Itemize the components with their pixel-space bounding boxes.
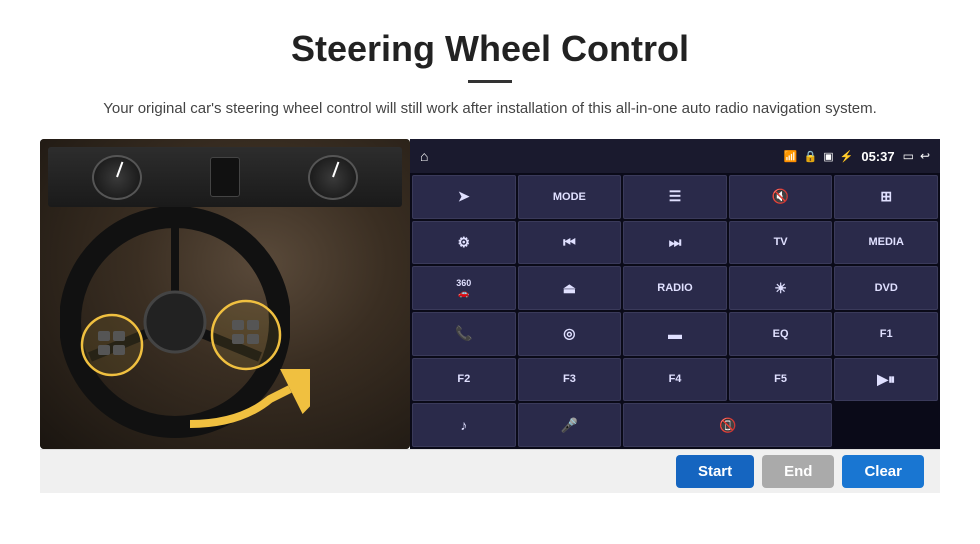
dashboard (48, 147, 402, 207)
btn-apps[interactable]: ⊞ (834, 175, 938, 219)
music-icon: ♪ (460, 417, 467, 433)
brightness-icon: ☀ (774, 280, 787, 297)
content-area: ⌂ 📶 🔒 ▣ ⚡ 05:37 ▭ ↩ ➤ MODE ☰ (40, 139, 940, 449)
page-container: Steering Wheel Control Your original car… (0, 0, 980, 493)
btn-f4[interactable]: F4 (623, 358, 727, 402)
control-panel: ⌂ 📶 🔒 ▣ ⚡ 05:37 ▭ ↩ ➤ MODE ☰ (410, 139, 940, 449)
settings-icon: ⚙ (458, 234, 471, 251)
mute-icon: 🔇 (772, 188, 789, 205)
screen-icon: ▭ (903, 149, 914, 163)
panel-grid: ➤ MODE ☰ 🔇 ⊞ ⚙ ⏮ ⏭ TV MEDIA 360🚗 ⏏ RADIO… (410, 173, 940, 449)
back-icon: ↩ (920, 149, 930, 163)
btn-mode[interactable]: MODE (518, 175, 622, 219)
gauge-right (308, 155, 358, 200)
btn-eject[interactable]: ⏏ (518, 266, 622, 310)
btn-nav[interactable]: ➤ (412, 175, 516, 219)
home-icon: ⌂ (420, 148, 428, 164)
gauge-left (92, 155, 142, 200)
next-icon: ⏭ (669, 234, 682, 251)
btn-media[interactable]: MEDIA (834, 221, 938, 265)
btn-mic[interactable]: 🎤 (518, 403, 622, 447)
end-button[interactable]: End (762, 455, 834, 488)
subtitle: Your original car's steering wheel contr… (40, 97, 940, 121)
bt-icon: ⚡ (840, 150, 854, 163)
btn-music[interactable]: ♪ (412, 403, 516, 447)
media-label: MEDIA (868, 236, 903, 248)
btn-next[interactable]: ⏭ (623, 221, 727, 265)
steering-wheel-image (40, 139, 410, 449)
eq-label: EQ (773, 328, 789, 340)
btn-settings[interactable]: ⚙ (412, 221, 516, 265)
f4-label: F4 (669, 373, 682, 385)
btn-f2[interactable]: F2 (412, 358, 516, 402)
status-extra: ▭ ↩ (903, 149, 930, 163)
bottom-bar: Start End Clear (40, 449, 940, 493)
btn-phone[interactable]: 📞 (412, 312, 516, 356)
btn-dash[interactable]: ▬ (623, 312, 727, 356)
btn-prev[interactable]: ⏮ (518, 221, 622, 265)
lock-icon: 🔒 (804, 150, 818, 163)
wifi-icon: 📶 (784, 150, 798, 163)
btn-swipe[interactable]: ◎ (518, 312, 622, 356)
dvd-label: DVD (875, 282, 898, 294)
status-time: 05:37 (861, 149, 894, 164)
btn-list[interactable]: ☰ (623, 175, 727, 219)
clear-button[interactable]: Clear (842, 455, 924, 488)
eject-icon: ⏏ (563, 280, 576, 297)
prev-icon: ⏮ (563, 234, 576, 251)
btn-dvd[interactable]: DVD (834, 266, 938, 310)
playpause-icon: ▶⏸ (877, 371, 895, 388)
btn-radio[interactable]: RADIO (623, 266, 727, 310)
page-title: Steering Wheel Control (40, 28, 940, 70)
mic-icon: 🎤 (561, 417, 578, 434)
f3-label: F3 (563, 373, 576, 385)
btn-360[interactable]: 360🚗 (412, 266, 516, 310)
nav-icon: ➤ (458, 188, 470, 205)
panel-statusbar: ⌂ 📶 🔒 ▣ ⚡ 05:37 ▭ ↩ (410, 139, 940, 173)
360-label: 360🚗 (456, 278, 471, 299)
btn-tv[interactable]: TV (729, 221, 833, 265)
status-icons: 📶 🔒 ▣ ⚡ (784, 150, 854, 163)
radio-label: RADIO (657, 282, 692, 294)
f1-label: F1 (880, 328, 893, 340)
dash-icon: ▬ (668, 326, 682, 342)
f2-label: F2 (457, 373, 470, 385)
phone-icon: 📞 (455, 325, 472, 342)
btn-playpause[interactable]: ▶⏸ (834, 358, 938, 402)
btn-f1[interactable]: F1 (834, 312, 938, 356)
mode-label: MODE (553, 191, 586, 203)
start-button[interactable]: Start (676, 455, 754, 488)
btn-f5[interactable]: F5 (729, 358, 833, 402)
btn-mute[interactable]: 🔇 (729, 175, 833, 219)
arrow-svg (180, 369, 310, 439)
callend-icon: 📵 (719, 417, 736, 434)
swipe-icon: ◎ (563, 325, 575, 342)
title-section: Steering Wheel Control Your original car… (40, 28, 940, 121)
btn-eq[interactable]: EQ (729, 312, 833, 356)
btn-f3[interactable]: F3 (518, 358, 622, 402)
list-icon: ☰ (669, 188, 682, 205)
title-divider (468, 80, 512, 83)
btn-callend[interactable]: 📵 (623, 403, 832, 447)
apps-icon: ⊞ (880, 188, 892, 205)
sd-icon: ▣ (823, 150, 833, 163)
btn-brightness[interactable]: ☀ (729, 266, 833, 310)
tv-label: TV (774, 236, 788, 248)
f5-label: F5 (774, 373, 787, 385)
